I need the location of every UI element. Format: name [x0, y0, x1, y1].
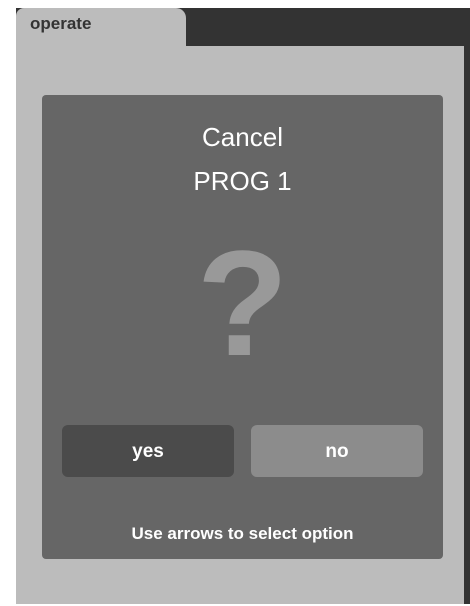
dialog-title-program: PROG 1 — [193, 166, 292, 196]
no-button[interactable]: no — [251, 425, 423, 477]
tab-bar: operate — [16, 8, 470, 46]
right-edge-bar — [464, 8, 470, 604]
tab-operate[interactable]: operate — [16, 8, 186, 46]
dialog-title-action: Cancel — [202, 122, 283, 152]
yes-button[interactable]: yes — [62, 425, 234, 477]
device-screen: operate Cancel PROG 1 ? yes no Use arrow… — [16, 8, 470, 604]
tab-operate-label: operate — [30, 14, 92, 33]
confirm-dialog: Cancel PROG 1 ? yes no Use arrows to sel… — [42, 95, 443, 559]
instruction-text: Use arrows to select option — [131, 524, 354, 543]
question-mark-icon: ? — [196, 219, 289, 387]
